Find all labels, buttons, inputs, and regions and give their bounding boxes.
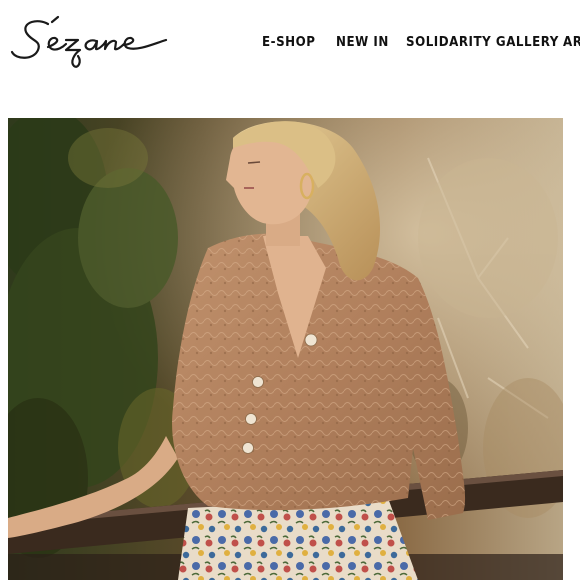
nav-item-new-in[interactable]: NEW IN — [336, 30, 389, 54]
site-header: Sézane E-SHOP NEW IN SOLIDARITY GALLERY … — [0, 0, 580, 90]
nav-item-ar[interactable]: AR — [563, 30, 580, 54]
logo-script-icon — [10, 15, 168, 68]
nav-item-solidarity-gallery[interactable]: SOLIDARITY GALLERY — [406, 30, 559, 54]
hero-image[interactable] — [8, 118, 563, 580]
model-photo-image — [8, 118, 563, 580]
page: Sézane E-SHOP NEW IN SOLIDARITY GALLERY … — [0, 0, 580, 580]
brand-logo[interactable]: Sézane — [8, 14, 168, 72]
main-nav: E-SHOP NEW IN SOLIDARITY GALLERY AR — [262, 30, 580, 54]
nav-item-e-shop[interactable]: E-SHOP — [262, 30, 316, 54]
